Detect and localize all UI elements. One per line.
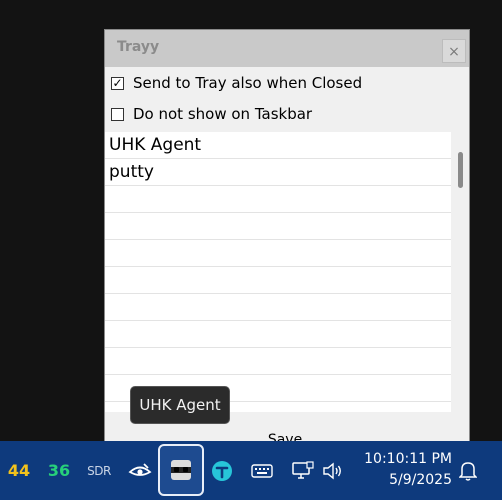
system-clock[interactable]: 10:10:11 PM 5/9/2025 xyxy=(358,449,452,491)
list-item[interactable]: putty xyxy=(105,159,451,186)
teamviewer-tray-icon[interactable] xyxy=(208,441,236,500)
list-item[interactable] xyxy=(105,213,451,240)
title-bar[interactable]: Trayy × xyxy=(105,30,469,67)
tray-counter-green[interactable]: 36 xyxy=(46,441,72,500)
list-item[interactable]: UHK Agent xyxy=(105,132,451,159)
uhk-agent-tooltip: UHK Agent xyxy=(130,386,230,424)
list-item[interactable] xyxy=(105,294,451,321)
list-scrollbar[interactable] xyxy=(451,132,469,412)
list-item[interactable] xyxy=(105,348,451,375)
hide-taskbar-option[interactable]: Do not show on Taskbar xyxy=(111,104,312,124)
keyboard-icon[interactable] xyxy=(248,441,276,500)
volume-icon[interactable] xyxy=(320,441,346,500)
trayy-window: Trayy × ✓ Send to Tray also when Closed … xyxy=(104,29,470,444)
hide-taskbar-label: Do not show on Taskbar xyxy=(133,105,313,123)
send-to-tray-checkbox[interactable]: ✓ xyxy=(111,76,124,90)
send-to-tray-label: Send to Tray also when Closed xyxy=(133,74,363,92)
clock-date: 5/9/2025 xyxy=(389,472,452,488)
notification-bell-icon[interactable] xyxy=(456,441,480,500)
list-item[interactable] xyxy=(105,240,451,267)
eye-tray-icon[interactable] xyxy=(126,441,154,500)
apps-list[interactable]: UHK Agent putty xyxy=(105,132,451,412)
tray-counter-yellow[interactable]: 44 xyxy=(6,441,32,500)
list-item[interactable] xyxy=(105,267,451,294)
hide-taskbar-checkbox[interactable] xyxy=(111,107,124,121)
window-title: Trayy xyxy=(117,39,160,55)
list-item[interactable] xyxy=(105,186,451,213)
uhk-agent-tray-button[interactable] xyxy=(158,444,204,496)
scrollbar-thumb[interactable] xyxy=(458,152,463,188)
sdr-indicator[interactable]: SDR xyxy=(86,441,112,500)
list-item[interactable] xyxy=(105,321,451,348)
send-to-tray-option[interactable]: ✓ Send to Tray also when Closed xyxy=(111,73,362,93)
clock-time: 10:10:11 PM xyxy=(364,451,452,467)
close-button[interactable]: × xyxy=(442,39,466,63)
uhk-agent-icon xyxy=(171,460,191,480)
network-icon[interactable] xyxy=(290,441,316,500)
